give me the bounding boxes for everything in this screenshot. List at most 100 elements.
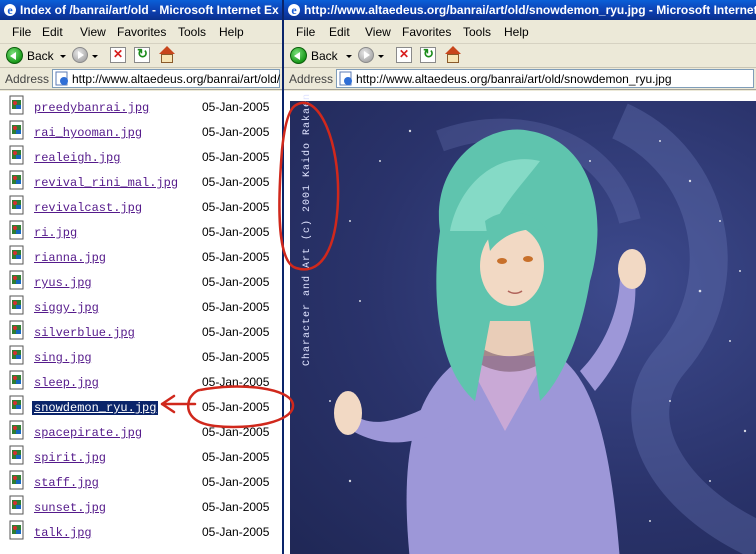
file-date: 05-Jan-2005 [202,125,270,139]
file-link[interactable]: staff.jpg [34,476,99,490]
image-file-icon [9,470,24,490]
back-button[interactable]: Back [290,46,356,66]
menu-edit[interactable]: Edit [42,25,63,39]
image-file-icon [9,120,24,140]
menu-view[interactable]: View [80,25,106,39]
refresh-button[interactable] [134,46,150,63]
right-menu-bar: File Edit View Favorites Tools Help [284,20,756,44]
menu-tools[interactable]: Tools [178,25,206,39]
image-file-icon [9,445,24,465]
file-link[interactable]: sing.jpg [34,351,92,365]
address-field[interactable]: http://www.altaedeus.org/banrai/art/old/… [336,69,754,88]
menu-file[interactable]: File [12,25,31,39]
file-row: revival_rini_mal.jpg 05-Jan-2005 [0,170,282,195]
refresh-button[interactable] [420,46,436,63]
file-date: 05-Jan-2005 [202,350,270,364]
image-file-icon [9,320,24,340]
back-dropdown-icon[interactable] [60,55,66,58]
file-link[interactable]: revivalcast.jpg [34,201,142,215]
left-menu-bar: File Edit View Favorites Tools Help [0,20,282,44]
file-date: 05-Jan-2005 [202,425,270,439]
menu-help[interactable]: Help [219,25,244,39]
right-window-title: http://www.altaedeus.org/banrai/art/old/… [304,3,756,17]
file-row: snowdemon_ryu.jpg 05-Jan-2005 [0,395,282,420]
file-row: spirit.jpg 05-Jan-2005 [0,445,282,470]
forward-button[interactable] [358,47,374,63]
file-link[interactable]: rai_hyooman.jpg [34,126,142,140]
file-date: 05-Jan-2005 [202,100,270,114]
back-label: Back [311,49,338,63]
home-button[interactable] [158,46,176,64]
image-file-icon [9,345,24,365]
menu-help[interactable]: Help [504,25,529,39]
file-link[interactable]: spacepirate.jpg [34,426,142,440]
address-field[interactable]: http://www.altaedeus.org/banrai/art/old/ [52,69,280,88]
menu-favorites[interactable]: Favorites [402,25,451,39]
file-row: realeigh.jpg 05-Jan-2005 [0,145,282,170]
file-row: sleep.jpg 05-Jan-2005 [0,370,282,395]
file-row: silverblue.jpg 05-Jan-2005 [0,320,282,345]
image-file-icon [9,170,24,190]
image-file-icon [9,95,24,115]
file-link[interactable]: spirit.jpg [34,451,106,465]
file-row: rianna.jpg 05-Jan-2005 [0,245,282,270]
image-file-icon [9,270,24,290]
file-link[interactable]: silverblue.jpg [34,326,135,340]
address-label: Address [5,72,50,86]
image-file-icon [9,370,24,390]
file-date: 05-Jan-2005 [202,175,270,189]
file-link[interactable]: preedybanrai.jpg [34,101,149,115]
image-file-icon [9,520,24,540]
menu-edit[interactable]: Edit [329,25,350,39]
page-icon [339,71,352,86]
artwork-illustration [329,103,756,554]
stop-button[interactable] [396,47,412,63]
menu-view[interactable]: View [365,25,391,39]
file-row: sing.jpg 05-Jan-2005 [0,345,282,370]
svg-text:e: e [7,3,13,17]
forward-button[interactable] [72,47,88,63]
file-date: 05-Jan-2005 [202,150,270,164]
image-viewport: Character and Art (c) 2001 Kaido Rakaen [284,91,756,554]
forward-dropdown-icon[interactable] [92,55,98,58]
right-browser-window: e http://www.altaedeus.org/banrai/art/ol… [282,0,756,554]
file-row: preedybanrai.jpg 05-Jan-2005 [0,95,282,120]
file-link[interactable]: sleep.jpg [34,376,99,390]
home-button[interactable] [444,46,462,64]
left-title-bar[interactable]: e Index of /banrai/art/old - Microsoft I… [0,0,282,20]
left-toolbar: Back [0,44,282,68]
ie-logo-icon: e [288,3,300,17]
home-icon [445,46,461,54]
file-listing: preedybanrai.jpg 05-Jan-2005 rai_hyooman.j… [0,91,282,554]
menu-favorites[interactable]: Favorites [117,25,166,39]
back-label: Back [27,49,54,63]
file-link[interactable]: ri.jpg [34,226,77,240]
address-url: http://www.altaedeus.org/banrai/art/old/… [356,72,672,86]
image-file-icon [9,495,24,515]
file-row: rai_hyooman.jpg 05-Jan-2005 [0,120,282,145]
file-link[interactable]: rianna.jpg [34,251,106,265]
menu-file[interactable]: File [296,25,315,39]
menu-tools[interactable]: Tools [463,25,491,39]
file-date: 05-Jan-2005 [202,525,270,539]
file-link-selected[interactable]: snowdemon_ryu.jpg [32,401,159,415]
file-link[interactable]: revival_rini_mal.jpg [34,176,178,190]
back-dropdown-icon[interactable] [346,55,352,58]
file-link[interactable]: realeigh.jpg [34,151,120,165]
file-date: 05-Jan-2005 [202,275,270,289]
back-button[interactable]: Back [6,46,72,66]
ie-logo-icon: e [4,3,16,17]
address-url: http://www.altaedeus.org/banrai/art/old/ [72,72,281,86]
forward-dropdown-icon[interactable] [378,55,384,58]
stop-button[interactable] [110,47,126,63]
file-link[interactable]: sunset.jpg [34,501,106,515]
file-link[interactable]: talk.jpg [34,526,92,540]
file-link[interactable]: ryus.jpg [34,276,92,290]
file-date: 05-Jan-2005 [202,250,270,264]
file-row: spacepirate.jpg 05-Jan-2005 [0,420,282,445]
right-toolbar: Back [284,44,756,68]
file-link[interactable]: siggy.jpg [34,301,99,315]
address-label: Address [289,72,334,86]
right-title-bar[interactable]: e http://www.altaedeus.org/banrai/art/ol… [284,0,756,20]
file-date: 05-Jan-2005 [202,375,270,389]
